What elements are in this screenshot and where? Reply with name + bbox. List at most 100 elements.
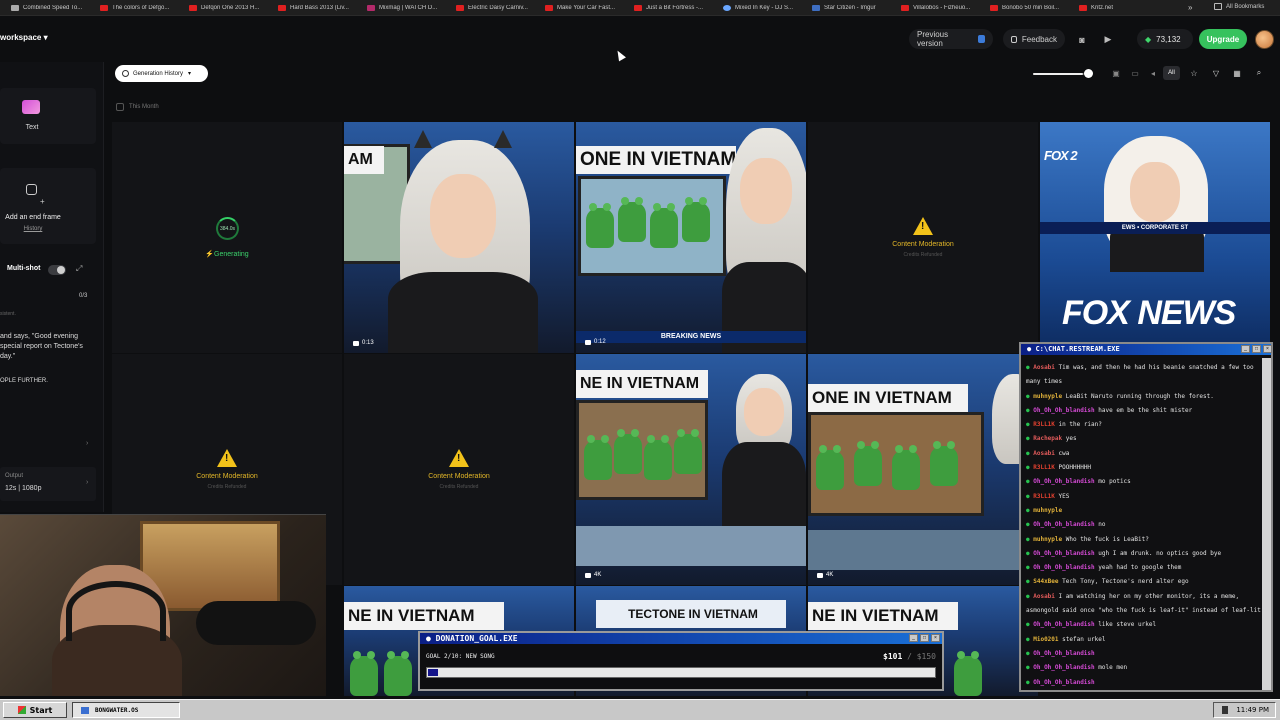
chat-username[interactable]: Oh_Oh_Oh_blandish	[1033, 550, 1094, 557]
star-icon[interactable]: ☆	[1188, 67, 1200, 79]
all-bookmarks-button[interactable]: All Bookmarks	[1214, 3, 1264, 10]
bookmark-item[interactable]: Make Your Car Fast...	[545, 4, 623, 11]
filter-all-button[interactable]: All	[1163, 66, 1180, 80]
chat-username[interactable]: R3LL1K	[1033, 421, 1055, 428]
youtube-icon[interactable]: ▶	[1101, 34, 1115, 45]
taskbar-item[interactable]: BONGWATER.OS	[72, 702, 180, 718]
chat-username[interactable]: Aosabi	[1033, 364, 1055, 371]
multishot-toggle[interactable]	[48, 265, 66, 275]
bookmark-item[interactable]: The colors of Defgo...	[100, 4, 178, 11]
chat-username[interactable]: Oh_Oh_Oh_blandish	[1033, 621, 1094, 628]
bookmark-item[interactable]: Just a Bit Fortress -...	[634, 4, 712, 11]
maximize-button[interactable]: □	[1252, 345, 1261, 353]
bookmark-item[interactable]: Combined Speed To...	[11, 4, 89, 11]
bookmark-item[interactable]: Villalobos - Fizheuo...	[901, 4, 979, 11]
bookmark-item[interactable]: Electric Daisy Carniv...	[456, 4, 534, 11]
moderation-tile[interactable]: Content Moderation Credits Refunded	[344, 354, 574, 585]
anchor-face	[430, 174, 496, 258]
discord-icon[interactable]: ◙	[1075, 34, 1089, 45]
chat-text: asmongold said once "who the fuck is lea…	[1026, 607, 1261, 615]
this-month-group[interactable]: This Month	[116, 103, 159, 111]
image-icon	[26, 184, 37, 195]
chat-username[interactable]: R3LL1K	[1033, 493, 1055, 500]
previous-version-button[interactable]: Previous version	[909, 29, 993, 49]
prompt-input[interactable]: and says, "Good evening special report o…	[0, 332, 92, 362]
chat-text: stefan urkel	[1058, 635, 1106, 643]
chat-username[interactable]: Oh_Oh_Oh_blandish	[1033, 679, 1094, 686]
chat-username[interactable]: muhnyple	[1033, 507, 1062, 514]
video-thumbnail[interactable]: NE IN VIETNAM 4K	[576, 354, 806, 585]
chat-message: ● Aosabi I am watching her on my other m…	[1026, 590, 1261, 604]
chat-scrollbar[interactable]	[1262, 358, 1271, 690]
chat-username[interactable]: S44xBee	[1033, 578, 1058, 585]
chat-username[interactable]: Rachepak	[1033, 435, 1062, 442]
moderation-tile[interactable]: Content Moderation Credits Refunded	[808, 122, 1038, 353]
warning-icon	[217, 449, 237, 467]
bookmark-item[interactable]: Mixed In Key - DJ S...	[723, 4, 801, 11]
maximize-button[interactable]: □	[920, 634, 929, 642]
generating-tile[interactable]: 384.0s ⚡Generating	[112, 122, 342, 353]
cat-ear	[414, 130, 432, 148]
chat-username[interactable]: Mio0201	[1033, 636, 1058, 643]
chat-username[interactable]: Oh_Oh_Oh_blandish	[1033, 664, 1094, 671]
video-thumbnail[interactable]: AM 0:13	[344, 122, 574, 353]
upgrade-button[interactable]: Upgrade	[1199, 29, 1247, 49]
audio-filter-icon[interactable]: ◂	[1147, 67, 1159, 79]
chat-message: ● Aosabi Tim was, and then he had his be…	[1026, 361, 1261, 375]
chat-username[interactable]: R3LL1K	[1033, 464, 1055, 471]
plus-icon: +	[40, 197, 45, 206]
video-icon	[817, 572, 823, 578]
video-thumbnail[interactable]: ONE IN VIETNAM 4K	[808, 354, 1038, 585]
chat-username[interactable]: Oh_Oh_Oh_blandish	[1033, 650, 1094, 657]
bookmarks-overflow-button[interactable]: »	[1188, 3, 1192, 12]
history-link[interactable]: History	[0, 226, 66, 232]
search-icon[interactable]: ⌕	[1253, 67, 1265, 79]
bookmark-item[interactable]: Star Citizen - Imgur	[812, 4, 890, 11]
bookmark-item[interactable]: Kritz.net	[1079, 4, 1157, 11]
video-filter-icon[interactable]: ▭	[1129, 67, 1141, 79]
workspace-switcher[interactable]: workspace ▾	[0, 33, 48, 42]
text-mode-card[interactable]: Text	[0, 88, 96, 144]
checkbox[interactable]	[116, 103, 124, 111]
speaker-icon[interactable]	[1222, 706, 1229, 714]
generation-history-dropdown[interactable]: Generation History ▾	[115, 65, 208, 82]
donation-progress-bar	[426, 667, 936, 678]
credits-balance[interactable]: ◆ 73,132	[1137, 29, 1193, 49]
close-button[interactable]: ×	[1263, 345, 1272, 353]
chat-text: Tech Tony, Tectone's nerd alter ego	[1058, 578, 1189, 586]
chat-username[interactable]: Aosabi	[1033, 593, 1055, 600]
image-filter-icon[interactable]: ▣	[1110, 67, 1122, 79]
zoom-slider-handle[interactable]	[1084, 69, 1093, 78]
bookmark-item[interactable]: Defqon One 2013 H...	[189, 4, 267, 11]
donation-progress-fill	[428, 669, 438, 676]
video-thumbnail[interactable]: ONE IN VIETNAM BREAKING NEWS 0:12	[576, 122, 806, 353]
avatar[interactable]	[1255, 30, 1274, 49]
bookmark-item[interactable]: Hard Bass 2013 (Liv...	[278, 4, 356, 11]
news-desk	[808, 530, 1038, 570]
chat-window[interactable]: ● C:\CHAT.RESTREAM.EXE _ □ × ● Aosabi Ti…	[1019, 342, 1273, 692]
feedback-button[interactable]: Feedback	[1003, 29, 1065, 49]
expand-icon[interactable]: ⤢	[76, 264, 82, 274]
chat-username[interactable]: Oh_Oh_Oh_blandish	[1033, 478, 1094, 485]
chat-text: in the rian?	[1054, 421, 1102, 429]
anchor-face	[740, 158, 792, 224]
minimize-button[interactable]: _	[909, 634, 918, 642]
bookmark-item[interactable]: Mixmag | WATCH D...	[367, 4, 445, 11]
minimize-button[interactable]: _	[1241, 345, 1250, 353]
chat-username[interactable]: muhnyple	[1033, 393, 1062, 400]
grid-icon[interactable]: ▦	[1231, 67, 1243, 79]
video-thumbnail[interactable]: FOX 2 EWS • CORPORATE ST FOX NEWS	[1040, 122, 1270, 353]
output-settings[interactable]: Output 12s | 1080p ›	[0, 467, 96, 501]
chat-username[interactable]: Oh_Oh_Oh_blandish	[1033, 407, 1094, 414]
chat-username[interactable]: muhnyple	[1033, 536, 1062, 543]
donation-goal-window[interactable]: ● DONATION_GOAL.EXE _ □ × GOAL 2/10: NEW…	[418, 631, 944, 691]
bookmark-item[interactable]: Bonobo 50 min Boil...	[990, 4, 1068, 11]
start-button[interactable]: Start	[3, 702, 67, 718]
chat-username[interactable]: Aosabi	[1033, 450, 1055, 457]
chat-username[interactable]: Oh_Oh_Oh_blandish	[1033, 564, 1094, 571]
end-frame-card[interactable]: + Add an end frame History	[0, 168, 96, 244]
close-button[interactable]: ×	[931, 634, 940, 642]
chat-username[interactable]: Oh_Oh_Oh_blandish	[1033, 521, 1094, 528]
chevron-right-icon[interactable]: ›	[86, 440, 88, 447]
filter-icon[interactable]: ▽	[1210, 67, 1222, 79]
